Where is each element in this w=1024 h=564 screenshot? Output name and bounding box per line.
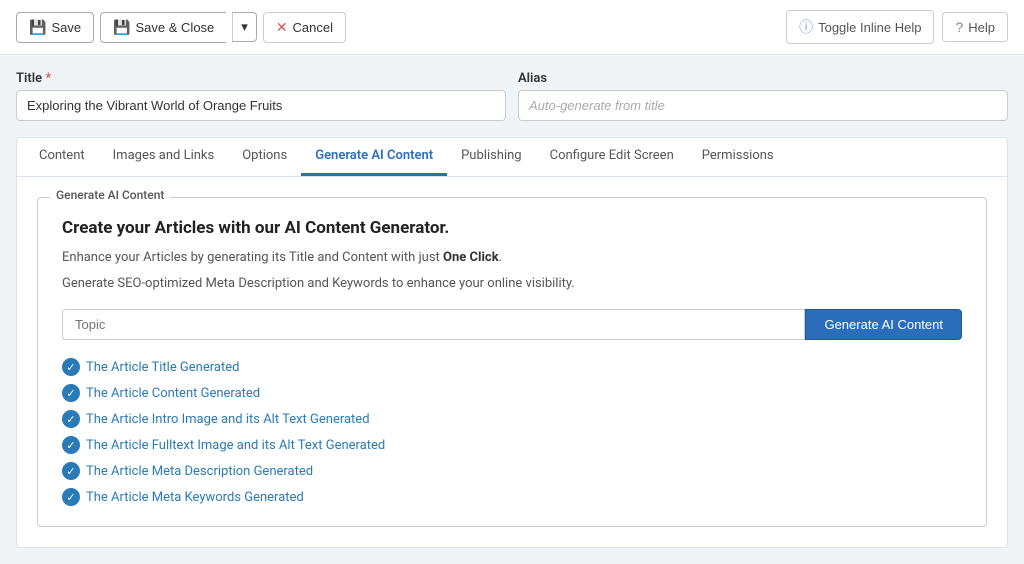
help-label: Help [968, 20, 995, 35]
generated-item-fulltext-image[interactable]: ✓ The Article Fulltext Image and its Alt… [62, 436, 962, 454]
generate-ai-button[interactable]: Generate AI Content [805, 309, 962, 340]
tab-content-area: Generate AI Content Create your Articles… [16, 177, 1008, 548]
title-label: Title * [16, 71, 506, 86]
check-icon-2: ✓ [62, 384, 80, 402]
ai-panel-legend: Generate AI Content [50, 188, 170, 202]
generated-item-meta-keywords-label: The Article Meta Keywords Generated [86, 490, 304, 505]
ai-content-panel: Generate AI Content Create your Articles… [37, 197, 987, 527]
save-label: Save [51, 20, 81, 35]
save-button[interactable]: 💾 Save [16, 12, 94, 43]
check-icon-1: ✓ [62, 358, 80, 376]
help-circle-icon: ⓘ [799, 17, 813, 37]
tab-generate-ai[interactable]: Generate AI Content [301, 138, 447, 176]
check-icon-6: ✓ [62, 488, 80, 506]
generated-item-title[interactable]: ✓ The Article Title Generated [62, 358, 962, 376]
ai-desc1-bold: One Click [443, 250, 499, 265]
cancel-button[interactable]: ✕ Cancel [263, 12, 346, 43]
ai-headline: Create your Articles with our AI Content… [62, 218, 962, 238]
title-input[interactable] [16, 90, 506, 121]
ai-desc1-text: Enhance your Articles by generating its … [62, 250, 443, 265]
generated-item-intro-image[interactable]: ✓ The Article Intro Image and its Alt Te… [62, 410, 962, 428]
toolbar-left: 💾 Save 💾 Save & Close ▾ ✕ Cancel [16, 12, 780, 43]
tab-images-links[interactable]: Images and Links [99, 138, 229, 176]
tab-permissions[interactable]: Permissions [688, 138, 788, 176]
save-close-button[interactable]: 💾 Save & Close [100, 12, 226, 43]
ai-desc1-end: . [499, 250, 502, 265]
help-button[interactable]: ? Help [942, 12, 1008, 42]
generated-item-meta-desc[interactable]: ✓ The Article Meta Description Generated [62, 462, 962, 480]
toolbar: 💾 Save 💾 Save & Close ▾ ✕ Cancel ⓘ Toggl… [0, 0, 1024, 55]
save-close-icon: 💾 [113, 19, 130, 36]
tab-options[interactable]: Options [228, 138, 301, 176]
topic-row: Generate AI Content [62, 309, 962, 340]
check-icon-3: ✓ [62, 410, 80, 428]
save-dropdown-button[interactable]: ▾ [232, 12, 257, 42]
fields-row: Title * Alias [16, 71, 1008, 121]
generated-item-meta-keywords[interactable]: ✓ The Article Meta Keywords Generated [62, 488, 962, 506]
main-area: Title * Alias Content Images and Links O… [0, 55, 1024, 564]
title-field-group: Title * [16, 71, 506, 121]
topic-input[interactable] [62, 309, 805, 340]
generated-item-content[interactable]: ✓ The Article Content Generated [62, 384, 962, 402]
toolbar-right: ⓘ Toggle Inline Help ? Help [786, 10, 1008, 44]
chevron-down-icon: ▾ [241, 19, 248, 35]
cancel-icon: ✕ [276, 19, 288, 36]
save-icon: 💾 [29, 19, 46, 36]
tab-publishing[interactable]: Publishing [447, 138, 536, 176]
toggle-help-button[interactable]: ⓘ Toggle Inline Help [786, 10, 934, 44]
generate-ai-label: Generate AI Content [824, 317, 943, 332]
title-required-marker: * [45, 71, 51, 86]
tab-content[interactable]: Content [25, 138, 99, 176]
generated-item-intro-image-label: The Article Intro Image and its Alt Text… [86, 412, 370, 427]
generated-item-title-label: The Article Title Generated [86, 360, 239, 375]
generated-item-meta-desc-label: The Article Meta Description Generated [86, 464, 313, 479]
alias-input[interactable] [518, 90, 1008, 121]
check-icon-5: ✓ [62, 462, 80, 480]
alias-label: Alias [518, 71, 1008, 86]
save-close-label: Save & Close [136, 20, 215, 35]
cancel-label: Cancel [293, 20, 333, 35]
check-icon-4: ✓ [62, 436, 80, 454]
ai-desc2: Generate SEO-optimized Meta Description … [62, 274, 962, 294]
generated-item-fulltext-image-label: The Article Fulltext Image and its Alt T… [86, 438, 385, 453]
generated-items-list: ✓ The Article Title Generated ✓ The Arti… [62, 358, 962, 506]
question-icon: ? [955, 19, 963, 35]
toggle-help-label: Toggle Inline Help [818, 20, 921, 35]
ai-desc1: Enhance your Articles by generating its … [62, 248, 962, 268]
generated-item-content-label: The Article Content Generated [86, 386, 260, 401]
tabs-bar: Content Images and Links Options Generat… [16, 137, 1008, 177]
tab-configure-edit[interactable]: Configure Edit Screen [536, 138, 688, 176]
alias-field-group: Alias [518, 71, 1008, 121]
